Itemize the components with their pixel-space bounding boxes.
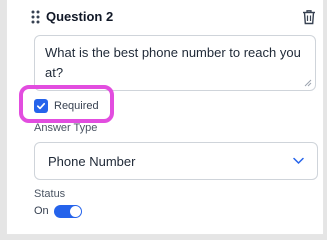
trash-icon[interactable] xyxy=(302,9,316,25)
question-title: Question 2 xyxy=(46,9,114,24)
question-text-value: What is the best phone number to reach y… xyxy=(45,45,301,80)
status-value-label: On xyxy=(34,205,49,217)
answer-type-value: Phone Number xyxy=(48,154,136,169)
required-checkbox[interactable] xyxy=(34,99,48,113)
question-text-input[interactable]: What is the best phone number to reach y… xyxy=(34,35,316,91)
drag-handle-icon[interactable] xyxy=(31,10,40,24)
question-card: Question 2 What is the best phone number… xyxy=(6,0,324,235)
question-header: Question 2 xyxy=(31,8,321,26)
answer-type-select[interactable]: Phone Number xyxy=(34,142,318,180)
answer-type-label: Answer Type xyxy=(34,122,98,134)
status-label: Status xyxy=(34,188,66,200)
checkmark-icon xyxy=(36,102,46,110)
toggle-knob xyxy=(70,206,81,217)
chevron-down-icon xyxy=(293,157,304,165)
resize-grip-icon[interactable] xyxy=(304,79,312,87)
status-toggle[interactable] xyxy=(54,205,82,218)
required-label: Required xyxy=(54,100,99,112)
